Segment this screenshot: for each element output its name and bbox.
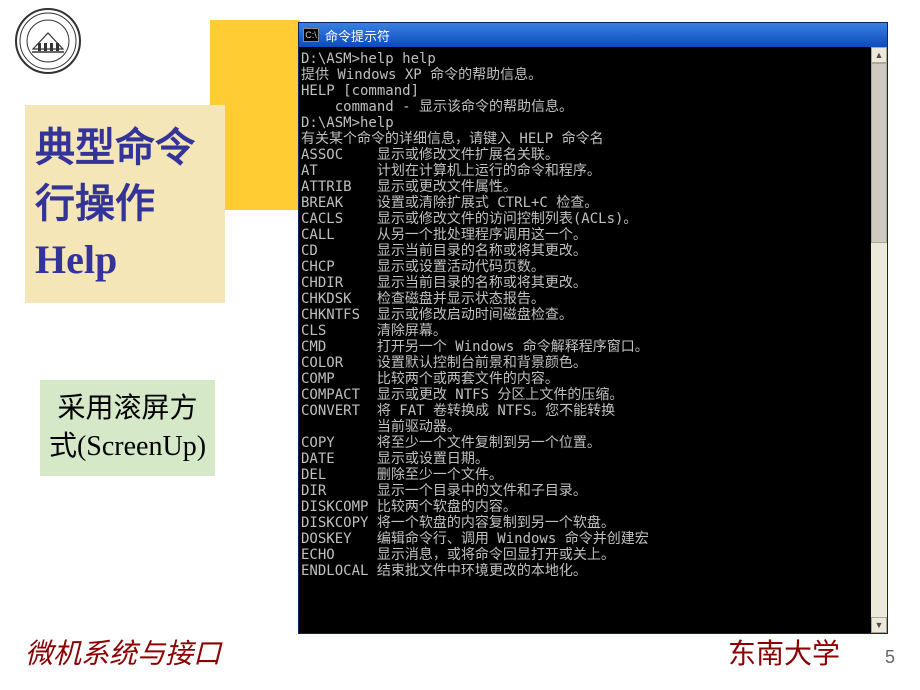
terminal-line: command - 显示该命令的帮助信息。 <box>301 99 887 115</box>
cmd-icon: C:\ <box>303 28 319 42</box>
terminal-output[interactable]: D:\ASM>help help提供 Windows XP 命令的帮助信息。HE… <box>299 47 887 633</box>
terminal-line: ATTRIB 显示或更改文件属性。 <box>301 179 887 195</box>
terminal-line: CMD 打开另一个 Windows 命令解释程序窗口。 <box>301 339 887 355</box>
terminal-line: 当前驱动器。 <box>301 419 887 435</box>
terminal-line: ASSOC 显示或修改文件扩展名关联。 <box>301 147 887 163</box>
university-logo <box>15 8 81 74</box>
window-title: 命令提示符 <box>325 26 390 45</box>
terminal-line: DIR 显示一个目录中的文件和子目录。 <box>301 483 887 499</box>
scroll-up-button[interactable]: ▲ <box>871 47 887 63</box>
terminal-line: COMP 比较两个或两套文件的内容。 <box>301 371 887 387</box>
scrollbar[interactable]: ▲ ▼ <box>871 47 887 633</box>
terminal-line: HELP [command] <box>301 83 887 99</box>
terminal-line: COPY 将至少一个文件复制到另一个位置。 <box>301 435 887 451</box>
subtitle-box: 采用滚屏方式(ScreenUp) <box>40 380 215 476</box>
footer-course-name: 微机系统与接口 <box>25 632 221 672</box>
scroll-thumb[interactable] <box>871 63 887 243</box>
title-box: 典型命令行操作Help <box>25 105 225 303</box>
terminal-line: DATE 显示或设置日期。 <box>301 451 887 467</box>
terminal-line: CALL 从另一个批处理程序调用这一个。 <box>301 227 887 243</box>
terminal-line: CONVERT 将 FAT 卷转换成 NTFS。您不能转换 <box>301 403 887 419</box>
slide-subtitle: 采用滚屏方式(ScreenUp) <box>48 390 207 466</box>
terminal-line: DOSKEY 编辑命令行、调用 Windows 命令并创建宏 <box>301 531 887 547</box>
terminal-line: ECHO 显示消息，或将命令回显打开或关上。 <box>301 547 887 563</box>
terminal-line: DEL 删除至少一个文件。 <box>301 467 887 483</box>
slide-title: 典型命令行操作Help <box>35 120 215 288</box>
terminal-line: 提供 Windows XP 命令的帮助信息。 <box>301 67 887 83</box>
command-prompt-window[interactable]: C:\ 命令提示符 D:\ASM>help help提供 Windows XP … <box>298 22 888 634</box>
terminal-line: D:\ASM>help <box>301 115 887 131</box>
terminal-line: COLOR 设置默认控制台前景和背景颜色。 <box>301 355 887 371</box>
terminal-line: CACLS 显示或修改文件的访问控制列表(ACLs)。 <box>301 211 887 227</box>
footer-university: 东南大学 <box>728 632 840 672</box>
terminal-line: CHKNTFS 显示或修改启动时间磁盘检查。 <box>301 307 887 323</box>
window-titlebar[interactable]: C:\ 命令提示符 <box>299 23 887 47</box>
terminal-line: CHCP 显示或设置活动代码页数。 <box>301 259 887 275</box>
terminal-line: CLS 清除屏幕。 <box>301 323 887 339</box>
terminal-line: CHKDSK 检查磁盘并显示状态报告。 <box>301 291 887 307</box>
scroll-down-button[interactable]: ▼ <box>871 617 887 633</box>
page-number: 5 <box>885 647 895 668</box>
terminal-line: CHDIR 显示当前目录的名称或将其更改。 <box>301 275 887 291</box>
terminal-line: 有关某个命令的详细信息，请键入 HELP 命令名 <box>301 131 887 147</box>
terminal-line: COMPACT 显示或更改 NTFS 分区上文件的压缩。 <box>301 387 887 403</box>
slide: 典型命令行操作Help 采用滚屏方式(ScreenUp) C:\ 命令提示符 D… <box>0 0 920 690</box>
terminal-line: ENDLOCAL 结束批文件中环境更改的本地化。 <box>301 563 887 579</box>
terminal-line: DISKCOPY 将一个软盘的内容复制到另一个软盘。 <box>301 515 887 531</box>
terminal-line: AT 计划在计算机上运行的命令和程序。 <box>301 163 887 179</box>
terminal-line: D:\ASM>help help <box>301 51 887 67</box>
terminal-line: CD 显示当前目录的名称或将其更改。 <box>301 243 887 259</box>
terminal-line: DISKCOMP 比较两个软盘的内容。 <box>301 499 887 515</box>
terminal-line: BREAK 设置或清除扩展式 CTRL+C 检查。 <box>301 195 887 211</box>
